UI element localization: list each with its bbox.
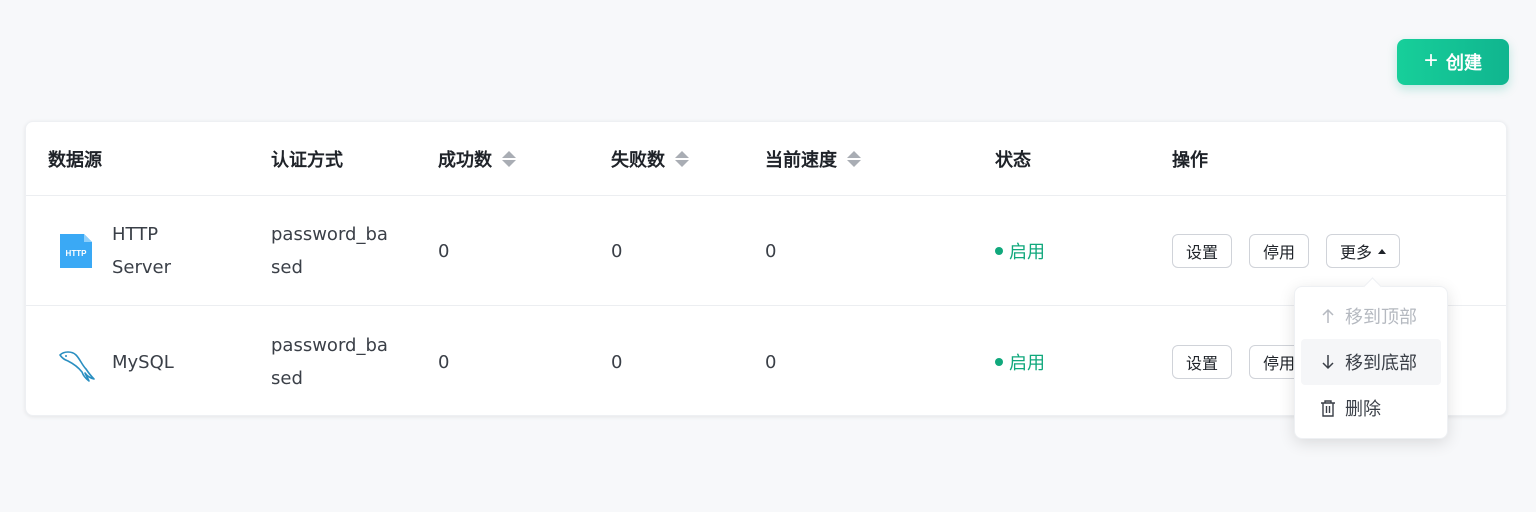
sort-icon[interactable] [675, 151, 689, 167]
arrow-up-icon [1319, 307, 1337, 325]
mysql-icon [59, 345, 95, 382]
more-dropdown-menu: 移到顶部 移到底部 删除 [1294, 286, 1448, 439]
status-label: 启用 [1009, 242, 1045, 263]
trash-icon [1319, 399, 1337, 417]
menu-item-label: 移到底部 [1345, 353, 1417, 374]
caret-up-icon [1378, 248, 1387, 254]
header-auth: 认证方式 [271, 150, 343, 171]
status-dot-icon [995, 247, 1003, 255]
menu-item-move-bottom[interactable]: 移到底部 [1301, 339, 1441, 385]
create-label: 创建 [1446, 53, 1482, 73]
header-success[interactable]: 成功数 [438, 122, 516, 196]
source-cell: MySQL [59, 307, 174, 417]
auth-line2: sed [271, 368, 303, 389]
status-dot-icon [995, 358, 1003, 366]
arrow-down-icon [1319, 353, 1337, 371]
table-row: MySQL password_ba sed 0 0 0 启用 设置 停用 [26, 307, 1506, 417]
sort-icon[interactable] [502, 151, 516, 167]
header-fail-label: 失败数 [611, 150, 665, 171]
http-server-icon: HTTP [60, 234, 92, 268]
status-badge: 启用 [995, 196, 1045, 306]
menu-item-delete[interactable]: 删除 [1301, 385, 1441, 431]
fail-count: 0 [611, 240, 623, 262]
header-speed[interactable]: 当前速度 [765, 122, 861, 196]
header-fail[interactable]: 失败数 [611, 122, 689, 196]
header-success-label: 成功数 [438, 150, 492, 171]
header-status: 状态 [995, 150, 1031, 171]
settings-button[interactable]: 设置 [1172, 234, 1233, 268]
source-name: MySQL [112, 351, 174, 373]
header-source: 数据源 [48, 150, 102, 171]
more-label: 更多 [1340, 243, 1373, 262]
table-row: HTTP HTTP Server password_ba sed 0 0 0 启… [26, 196, 1506, 306]
create-button[interactable]: + 创建 [1397, 39, 1509, 85]
auth-cell: password_ba sed [271, 196, 401, 306]
current-speed: 0 [765, 351, 777, 373]
more-button[interactable]: 更多 [1326, 234, 1401, 268]
source-name-line1: HTTP [112, 224, 159, 245]
source-cell: HTTP HTTP Server [60, 196, 171, 306]
success-count: 0 [438, 240, 450, 262]
auth-line1: password_ba [271, 335, 388, 356]
sort-icon[interactable] [847, 151, 861, 167]
actions-cell: 设置 停用 [1172, 307, 1310, 417]
fail-count: 0 [611, 351, 623, 373]
header-actions: 操作 [1172, 150, 1208, 171]
svg-text:HTTP: HTTP [66, 249, 88, 258]
auth-line2: sed [271, 257, 303, 278]
success-count: 0 [438, 351, 450, 373]
current-speed: 0 [765, 240, 777, 262]
source-name-line2: Server [112, 257, 172, 278]
settings-button[interactable]: 设置 [1172, 345, 1233, 379]
status-badge: 启用 [995, 307, 1045, 417]
datasource-table: 数据源 认证方式 成功数 失败数 当前速度 状态 操作 HTTP HTTP Se… [25, 121, 1507, 416]
header-speed-label: 当前速度 [765, 150, 837, 171]
plus-icon: + [1423, 47, 1438, 74]
menu-item-label: 移到顶部 [1345, 307, 1417, 328]
source-name: HTTP Server [112, 218, 171, 284]
menu-item-label: 删除 [1345, 399, 1381, 420]
auth-line1: password_ba [271, 224, 388, 245]
menu-item-move-top[interactable]: 移到顶部 [1301, 293, 1441, 339]
disable-button[interactable]: 停用 [1249, 234, 1310, 268]
auth-cell: password_ba sed [271, 307, 401, 417]
status-label: 启用 [1009, 353, 1045, 374]
table-header: 数据源 认证方式 成功数 失败数 当前速度 状态 操作 [26, 122, 1506, 196]
